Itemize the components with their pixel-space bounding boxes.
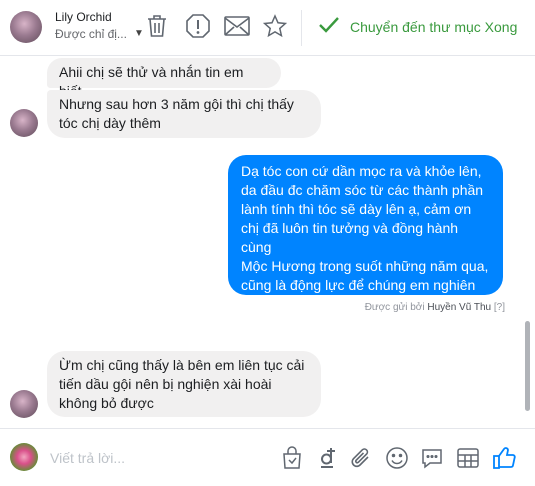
attachment-icon[interactable] bbox=[348, 445, 374, 471]
header-divider bbox=[301, 10, 302, 46]
reply-composer bbox=[0, 428, 535, 486]
table-icon[interactable] bbox=[455, 445, 481, 471]
message-line: chị đã luôn tin tưởng và đồng hành cùng bbox=[241, 220, 459, 255]
message-line: da đầu đc chăm sóc từ các thành phần bbox=[241, 182, 484, 198]
incoming-message: Ừm chị cũng thấy là bên em liên tục cải … bbox=[47, 351, 321, 417]
scrollbar-thumb[interactable] bbox=[525, 321, 530, 411]
speech-bubble-icon[interactable] bbox=[419, 445, 445, 471]
incoming-message: Nhưng sau hơn 3 năm gội thì chị thấy tóc… bbox=[47, 90, 321, 138]
star-icon[interactable] bbox=[261, 12, 289, 40]
dong-currency-icon[interactable] bbox=[314, 445, 340, 471]
move-to-done-button[interactable]: Chuyển đến thư mục Xong bbox=[318, 14, 517, 40]
message-line: cũng là động lực để chúng em nghiên bbox=[241, 277, 476, 293]
message-line: tiến dầu gội nên bị nghiện xài hoài bbox=[59, 376, 272, 392]
incoming-message: Ahii chị sẽ thử và nhắn tin em biết bbox=[47, 58, 281, 99]
checkmark-icon bbox=[318, 16, 340, 39]
message-line: Mộc Hương trong suốt những năm qua, bbox=[241, 258, 489, 274]
message-line: không bỏ được bbox=[59, 395, 154, 411]
message-line: Ừm chị cũng thấy là bên em liên tục cải bbox=[59, 357, 305, 373]
contact-avatar[interactable] bbox=[10, 390, 38, 418]
message-line: lành tính thì tóc sẽ dày lên ạ, cảm ơn bbox=[241, 201, 472, 217]
reply-input[interactable] bbox=[50, 445, 270, 471]
trash-icon[interactable] bbox=[143, 12, 171, 40]
message-thread: Ahii chị sẽ thử và nhắn tin em biết Nhưn… bbox=[0, 56, 535, 428]
sent-by-help-link[interactable]: [?] bbox=[494, 302, 505, 313]
assignment-status[interactable]: Được chỉ đị... bbox=[55, 27, 127, 41]
envelope-icon[interactable] bbox=[223, 12, 251, 40]
contact-avatar[interactable] bbox=[10, 11, 42, 43]
conversation-header: Lily Orchid Được chỉ đị... ▼ Chuyển đến … bbox=[0, 0, 535, 56]
message-line: tóc chị dày thêm bbox=[59, 115, 161, 131]
outgoing-message: Dạ tóc con cứ dần mọc ra và khỏe lên, da… bbox=[228, 155, 503, 312]
emoji-icon[interactable] bbox=[384, 445, 410, 471]
sent-by-note: Được gửi bởi Huyền Vũ Thu [?] bbox=[365, 302, 505, 313]
exclamation-icon[interactable] bbox=[184, 12, 212, 40]
sender-name[interactable]: Huyền Vũ Thu bbox=[427, 302, 491, 313]
contact-avatar[interactable] bbox=[10, 109, 38, 137]
shopping-bag-icon[interactable] bbox=[279, 445, 305, 471]
sent-by-prefix: Được gửi bởi bbox=[364, 302, 425, 313]
message-line: Dạ tóc con cứ dần mọc ra và khỏe lên, bbox=[241, 163, 482, 179]
like-icon[interactable] bbox=[492, 445, 518, 471]
contact-name[interactable]: Lily Orchid bbox=[55, 10, 112, 24]
page-avatar bbox=[10, 443, 38, 471]
move-to-done-label: Chuyển đến thư mục Xong bbox=[350, 19, 518, 35]
message-line: Nhưng sau hơn 3 năm gội thì chị thấy bbox=[59, 96, 294, 112]
